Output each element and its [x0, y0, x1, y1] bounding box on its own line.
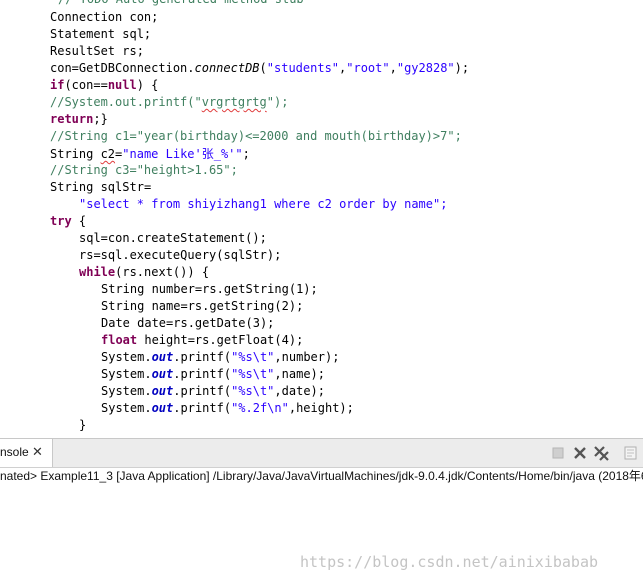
remove-all-terminated-icon[interactable]	[593, 445, 609, 461]
code-line-connection-decl: Connection con;	[50, 10, 159, 24]
code-line-resultset-decl: ResultSet rs;	[50, 44, 144, 58]
new-console-icon[interactable]	[622, 445, 638, 461]
code-line-printf-height: System.out.printf("%.2f\n",height);	[101, 401, 354, 415]
code-line-printf-date: System.out.printf("%s\t",date);	[101, 384, 325, 398]
code-line-sqlstr-decl: String sqlStr=	[50, 180, 152, 194]
close-icon[interactable]: ✕	[32, 445, 43, 459]
code-line-printf-number: System.out.printf("%s\t",number);	[101, 350, 340, 364]
code-line-printf-name: System.out.printf("%s\t",name);	[101, 367, 325, 381]
code-line-statement-decl: Statement sql;	[50, 27, 152, 41]
code-line-get-number: String number=rs.getString(1);	[101, 282, 318, 296]
code-line-string-c2: String c2="name Like'张_%'";	[50, 147, 250, 161]
code-line-get-name: String name=rs.getString(2);	[101, 299, 304, 313]
code-line-commented-printf: //System.out.printf("vrgrtgrtg");	[50, 95, 289, 109]
code-line-connect-db: con=GetDBConnection.connectDB("students"…	[50, 61, 470, 75]
code-editor[interactable]: // TODO Auto-generated method stub Conne…	[0, 0, 643, 438]
code-line-comment-todo: // TODO Auto-generated method stub	[58, 0, 304, 8]
console-tab-label: nsole	[0, 445, 29, 459]
watermark-url: https://blog.csdn.net/ainixibabab	[300, 553, 599, 571]
code-line-comment-c3: //String c3="height>1.65";	[50, 163, 238, 177]
terminate-icon[interactable]	[551, 445, 567, 461]
console-tab-bar: nsole ✕	[0, 438, 643, 468]
code-line-get-date: Date date=rs.getDate(3);	[101, 316, 275, 330]
code-line-if-null: if(con==null) {	[50, 78, 159, 92]
code-line-sql-query: "select * from shiyizhang1 where c2 orde…	[79, 197, 448, 211]
code-line-get-height: float height=rs.getFloat(4);	[101, 333, 304, 347]
console-launch-status: nated> Example11_3 [Java Application] /L…	[0, 469, 643, 483]
code-line-comment-c1: //String c1="year(birthday)<=2000 and mo…	[50, 129, 462, 143]
code-line-try: try {	[50, 214, 87, 228]
code-line-close-brace: }	[79, 418, 87, 432]
code-line-execute-query: rs=sql.executeQuery(sqlStr);	[79, 248, 282, 262]
code-line-while: while(rs.next()) {	[79, 265, 210, 279]
tab-console[interactable]: nsole ✕	[0, 439, 53, 467]
code-line-create-statement: sql=con.createStatement();	[79, 231, 267, 245]
remove-launch-icon[interactable]	[572, 445, 588, 461]
code-line-return: return;}	[50, 112, 108, 126]
